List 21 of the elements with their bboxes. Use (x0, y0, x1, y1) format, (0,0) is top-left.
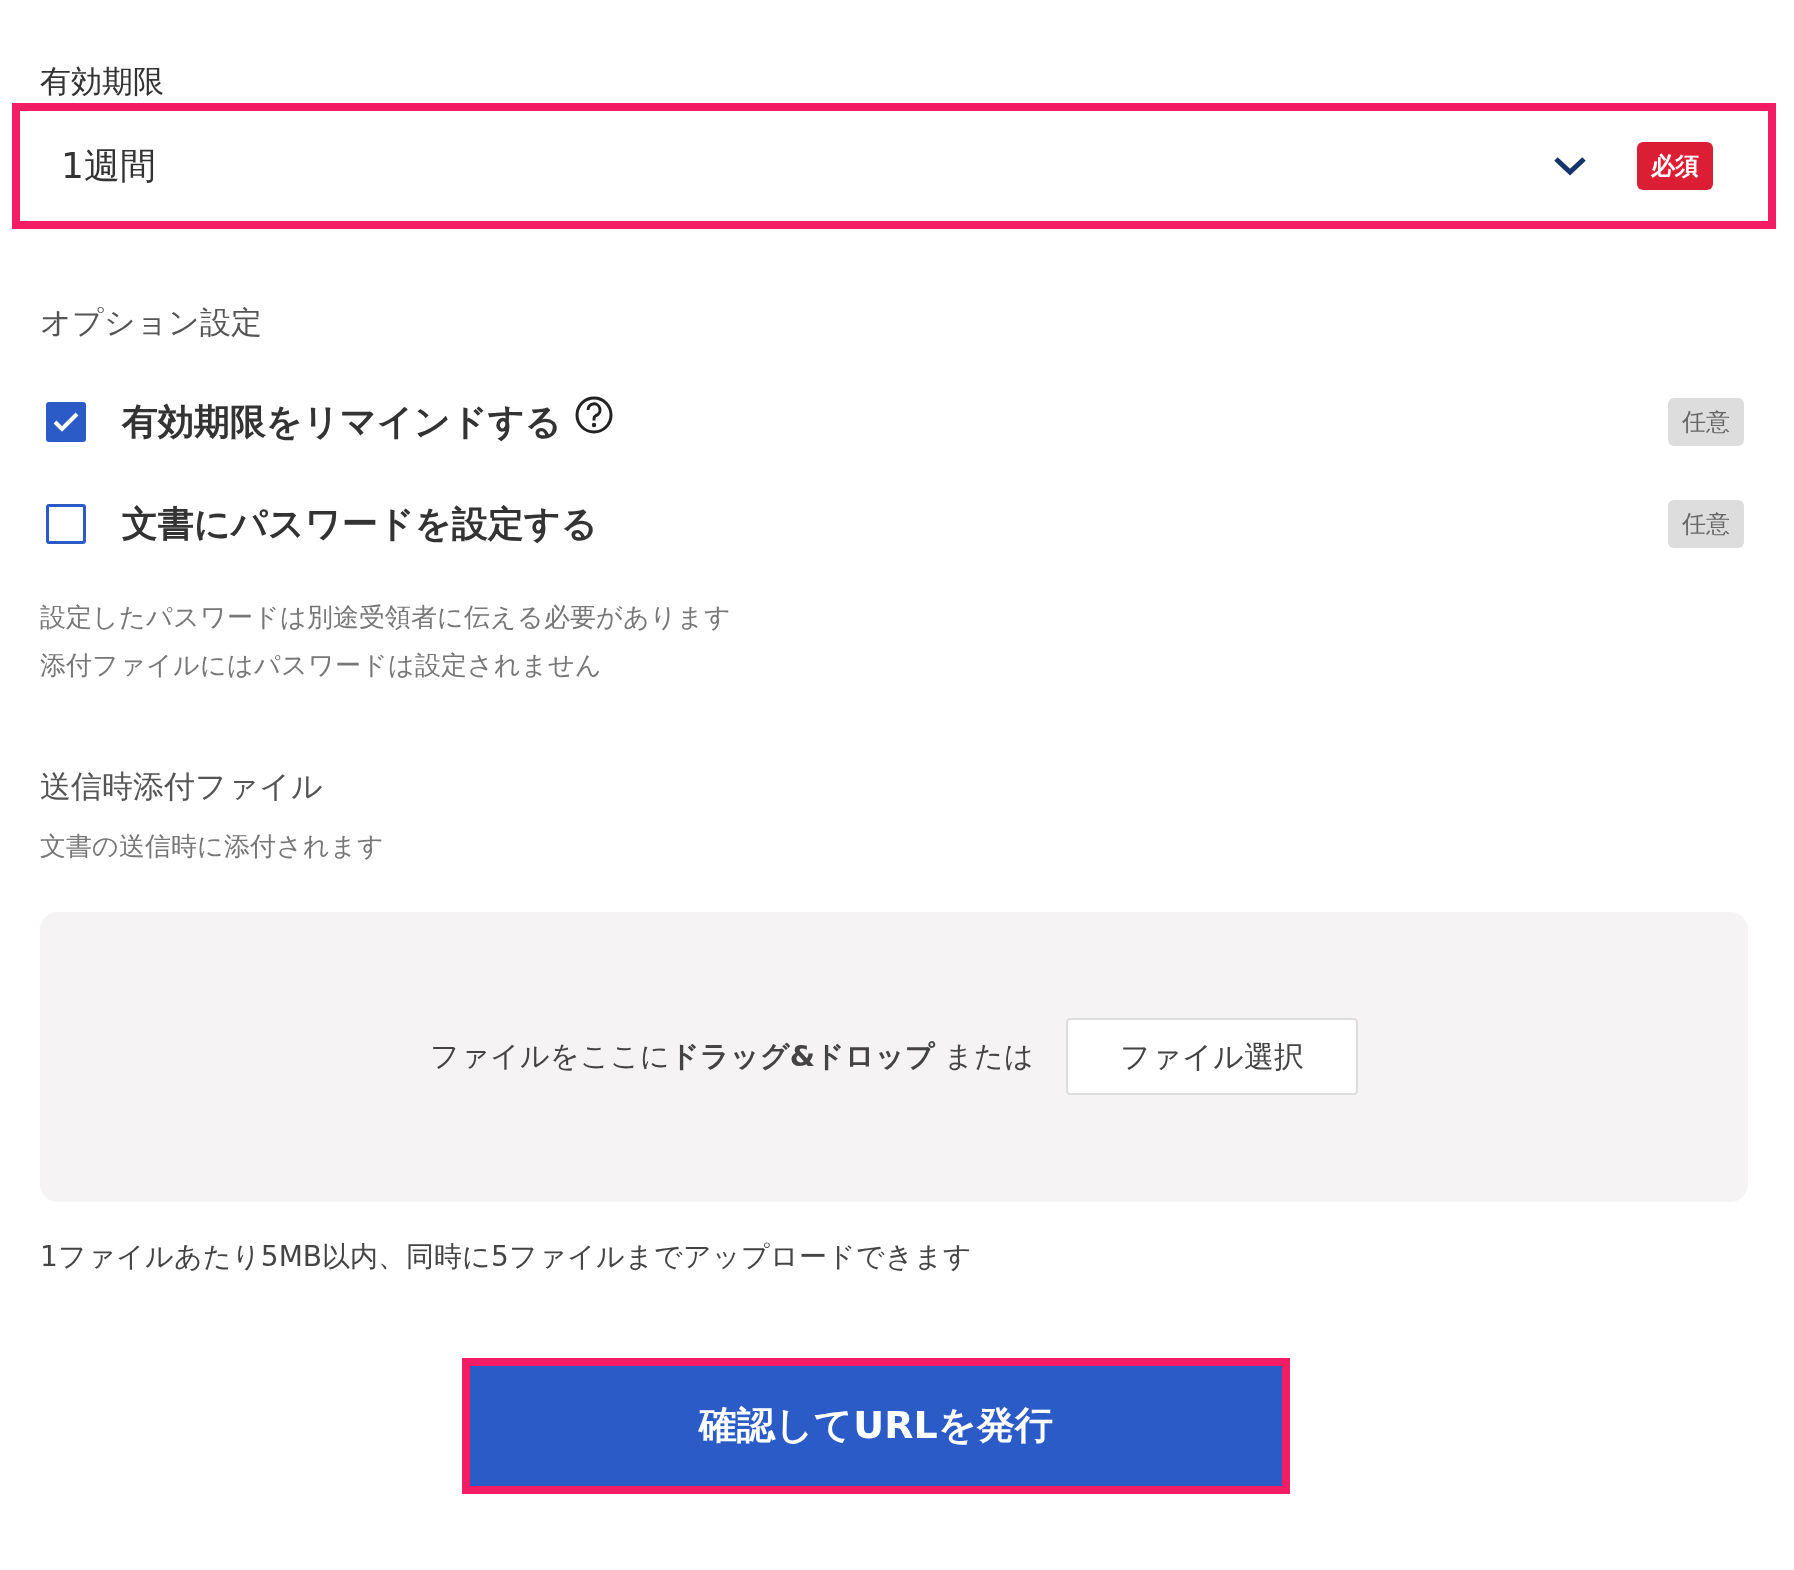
checkbox[interactable] (46, 402, 86, 442)
drop-instruction: ファイルをここにドラッグ&ドロップ または (429, 1037, 1035, 1075)
select-field[interactable]: 1週間 必須 (20, 110, 1768, 221)
required-badge: 必須 (1637, 141, 1713, 190)
note-text: 添付ファイルにはパスワードは設定されません (40, 649, 603, 682)
drop-zone[interactable]: ファイルをここにドラッグ&ドロップ または ファイル選択 (40, 911, 1748, 1202)
section-title: 送信時添付ファイル (40, 767, 324, 806)
checkbox-label: 文書にパスワードを設定する (122, 502, 598, 546)
section-title: オプション設定 (40, 302, 263, 342)
note-text: 設定したパスワードは別途受領者に伝える必要があります (40, 601, 732, 634)
upload-limit-text: 1ファイルあたり5MB以内、同時に5ファイルまでアップロードできます (40, 1238, 973, 1275)
chevron-down-icon (1553, 155, 1587, 176)
checkbox[interactable] (46, 504, 86, 544)
checkbox-label: 有効期限をリマインドする (122, 400, 562, 444)
help-icon[interactable] (574, 395, 614, 435)
field-label: 有効期限 (40, 62, 165, 101)
optional-badge: 任意 (1668, 398, 1744, 446)
file-select-button[interactable]: ファイル選択 (1066, 1018, 1359, 1095)
section-subtitle: 文書の送信時に添付されます (40, 829, 385, 863)
optional-badge: 任意 (1668, 500, 1744, 548)
check-icon (53, 412, 79, 432)
